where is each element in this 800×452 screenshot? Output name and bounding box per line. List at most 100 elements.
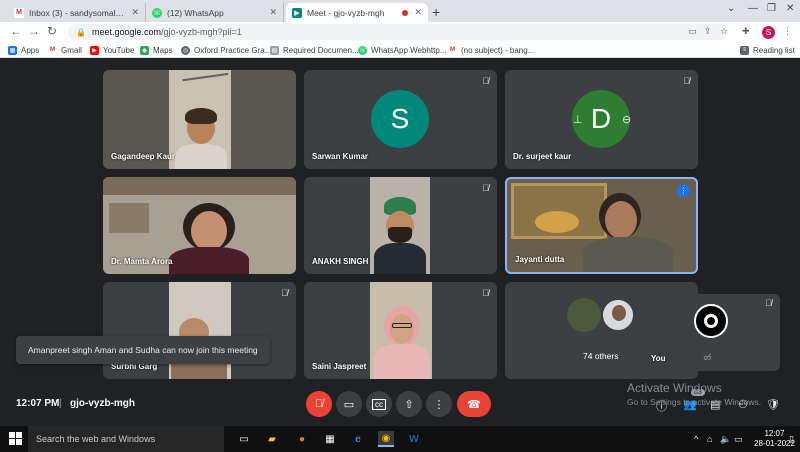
new-tab-button[interactable]: +: [432, 4, 440, 20]
captions-button[interactable]: cc: [366, 391, 392, 417]
reading-list-icon: ≡: [740, 45, 749, 55]
bookmark-oxford[interactable]: ◎ Oxford Practice Gra...: [181, 43, 271, 57]
participant-name: Saini Jaspreet: [312, 362, 367, 371]
share-icon[interactable]: ⇪: [704, 26, 712, 37]
chrome-icon[interactable]: ◉: [378, 431, 394, 447]
bookmark-gmail-draft[interactable]: M (no subject) - bang...: [448, 43, 534, 57]
battery-icon[interactable]: ▭: [734, 434, 743, 445]
firefox-icon[interactable]: ●: [294, 431, 310, 447]
volume-icon[interactable]: 🔈: [720, 434, 731, 445]
tab-search-icon[interactable]: ⌄: [727, 3, 735, 14]
person-body: [169, 247, 249, 274]
notifications-icon[interactable]: ▯: [789, 434, 794, 445]
person-head: [390, 314, 414, 344]
participant-tile-surjeet[interactable]: 🎙̸ D ⊥ ⊖ Dr. surjeet kaur: [505, 70, 698, 169]
person-head: [612, 305, 626, 321]
mic-toggle-button[interactable]: 🎙̸: [306, 391, 332, 417]
profile-avatar[interactable]: S: [762, 26, 775, 39]
avatar: S: [371, 90, 429, 148]
avatar: [601, 298, 635, 332]
menu-icon[interactable]: ⋮: [783, 26, 792, 37]
participant-tile-saini[interactable]: 🎙̸ Saini Jaspreet: [304, 282, 497, 379]
host-controls-icon[interactable]: 🛡: [766, 398, 780, 411]
tray-chevron-icon[interactable]: ^: [694, 434, 698, 444]
camera-toggle-button[interactable]: ▭: [336, 391, 362, 417]
file-explorer-icon[interactable]: ▰: [264, 431, 280, 447]
tab-gmail[interactable]: M Inbox (3) - sandysomal@gmail.c ✕: [8, 3, 146, 22]
person-body: [374, 344, 430, 379]
glasses: [392, 323, 412, 328]
reading-list[interactable]: ≡ Reading list: [740, 43, 795, 57]
address-bar[interactable]: 🔒 meet.google.com/gjo-vyzb-mgh?pli=1: [68, 24, 728, 40]
remove-icon[interactable]: ⊖: [622, 113, 631, 126]
network-icon[interactable]: ⌂: [707, 434, 712, 444]
more-options-button[interactable]: ⋮: [426, 391, 452, 417]
self-view-tile[interactable]: 🎙̸ You ▭̸: [643, 294, 780, 371]
word-icon[interactable]: W: [406, 431, 422, 447]
participant-tile-jayanti[interactable]: ⋮ Jayanti dutta: [505, 177, 698, 274]
document-icon: ▤: [270, 45, 279, 55]
present-screen-icon: ⇧: [404, 398, 414, 411]
windows-start-icon[interactable]: [9, 432, 22, 445]
participant-tile-surbhi[interactable]: 🎙̸ Surbhi Garg: [103, 282, 296, 379]
self-name: You: [651, 354, 666, 363]
person-body: [374, 243, 426, 274]
mic-off-icon: 🎙̸: [281, 288, 288, 298]
join-notification-toast: Amanpreet singh Aman and Sudha can now j…: [16, 336, 270, 364]
back-icon[interactable]: ←: [10, 24, 22, 38]
taskbar-search[interactable]: Search the web and Windows: [28, 426, 224, 452]
tab-meet[interactable]: ▶ Meet - gjo-vyzb-mgh ✕: [286, 3, 428, 22]
forward-icon[interactable]: →: [28, 24, 40, 38]
bookmark-star-icon[interactable]: ☆: [720, 26, 728, 37]
participant-tile-gagandeep[interactable]: Gagandeep Kaur: [103, 70, 296, 169]
task-view-icon[interactable]: ▭: [236, 431, 252, 447]
captions-icon: cc: [372, 398, 386, 410]
participant-tile-mamta[interactable]: Dr. Mamta Arora: [103, 177, 296, 274]
pin-icon[interactable]: ⊥: [573, 113, 583, 126]
mic-off-icon: 🎙̸: [482, 76, 489, 86]
edge-icon[interactable]: e: [350, 431, 366, 447]
person-body: [175, 144, 227, 169]
meeting-code: gjo-vyzb-mgh: [70, 398, 135, 409]
participant-tile-anakh[interactable]: 🎙̸ ANAKH SINGH: [304, 177, 497, 274]
whatsapp-icon: ☏: [358, 45, 367, 55]
lock-icon: 🔒: [76, 27, 86, 37]
tab-whatsapp[interactable]: ☏ (12) WhatsApp ✕: [146, 3, 284, 22]
extensions-icon[interactable]: ✚: [742, 26, 750, 37]
participant-name: Dr. Mamta Arora: [111, 257, 173, 266]
close-icon[interactable]: ✕: [269, 7, 277, 18]
windows-taskbar: Search the web and Windows ▭ ▰ ● ▦ e ◉ W…: [0, 426, 800, 452]
close-icon[interactable]: ✕: [414, 7, 422, 18]
meet-stage: Gagandeep Kaur 🎙̸ S Sarwan Kumar 🎙̸ D ⊥ …: [0, 58, 800, 426]
youtube-icon: ▶: [90, 45, 99, 55]
mic-off-icon: 🎙̸: [683, 76, 690, 86]
meet-icon: ▶: [292, 7, 302, 18]
whatsapp-icon: ☏: [152, 7, 162, 18]
leave-call-button[interactable]: ☎: [457, 391, 491, 417]
window-close-button[interactable]: ✕: [786, 3, 794, 14]
recording-indicator-icon: [402, 9, 409, 16]
close-icon[interactable]: ✕: [131, 7, 139, 18]
mic-off-icon: 🎙̸: [765, 298, 772, 308]
person-body: [583, 237, 673, 272]
participant-tile-sarwan[interactable]: 🎙̸ S Sarwan Kumar: [304, 70, 497, 169]
camera-icon: ▭: [343, 398, 355, 411]
bookmark-gmail[interactable]: M Gmail: [48, 43, 82, 57]
gmail-icon: M: [14, 7, 24, 18]
bookmark-youtube[interactable]: ▶ YouTube: [90, 43, 134, 57]
bookmark-documents[interactable]: ▤ Required Documen...: [270, 43, 359, 57]
camera-permission-icon[interactable]: ▭: [688, 26, 697, 37]
participant-name: Jayanti dutta: [515, 255, 565, 264]
store-icon[interactable]: ▦: [322, 431, 338, 447]
wall-frame: [109, 203, 149, 233]
activate-windows-title: Activate Windows: [627, 381, 722, 395]
meeting-clock: 12:07 PM: [16, 398, 60, 409]
minimize-button[interactable]: —: [748, 3, 758, 14]
bookmarks-bar: ▦ Apps M Gmail ▶ YouTube ◆ Maps ◎ Oxford Prac…: [0, 42, 800, 58]
restore-button[interactable]: ❐: [767, 3, 776, 14]
present-button[interactable]: ⇧: [396, 391, 422, 417]
bookmark-apps[interactable]: ▦ Apps: [8, 43, 39, 57]
reload-icon[interactable]: ↻: [47, 24, 57, 38]
bookmark-whatsapp[interactable]: ☏ WhatsApp Webhttp...: [358, 43, 446, 57]
bookmark-maps[interactable]: ◆ Maps: [140, 43, 173, 57]
